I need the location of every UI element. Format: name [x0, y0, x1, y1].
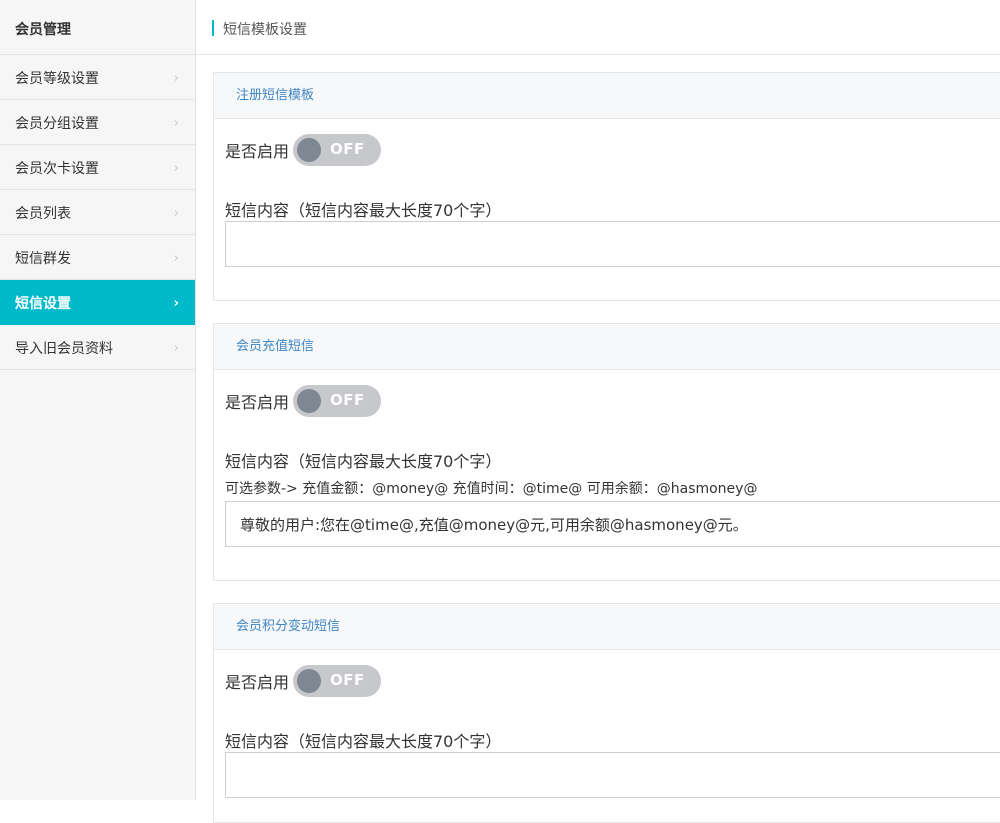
- enable-row: 是否启用 OFF: [225, 134, 382, 166]
- enable-toggle[interactable]: OFF: [293, 385, 382, 417]
- sidebar-item-label: 导入旧会员资料: [15, 341, 113, 357]
- chevron-right-icon: ›: [173, 116, 179, 131]
- content-label: 短信内容（短信内容最大长度70个字）: [225, 201, 502, 220]
- sidebar-item-label: 会员分组设置: [15, 116, 99, 132]
- content-label: 短信内容（短信内容最大长度70个字）: [225, 732, 502, 751]
- sidebar-item-member-list[interactable]: 会员列表 ›: [0, 190, 195, 235]
- toggle-knob: [297, 389, 322, 413]
- toggle-knob: [297, 669, 322, 693]
- sidebar-item-member-level[interactable]: 会员等级设置 ›: [0, 55, 195, 100]
- sidebar-item-member-card[interactable]: 会员次卡设置 ›: [0, 145, 195, 190]
- panel-title: 注册短信模板: [214, 73, 1000, 119]
- toggle-state-text: OFF: [330, 140, 365, 158]
- enable-label: 是否启用: [225, 142, 290, 161]
- page-title: 短信模板设置: [223, 22, 307, 38]
- sidebar-item-label: 短信设置: [15, 296, 71, 312]
- panel-title: 会员充值短信: [214, 324, 1000, 370]
- enable-toggle[interactable]: OFF: [293, 665, 382, 697]
- sidebar-item-sms-broadcast[interactable]: 短信群发 ›: [0, 235, 195, 280]
- chevron-right-icon: ›: [173, 206, 179, 221]
- enable-row: 是否启用 OFF: [225, 385, 382, 417]
- chevron-right-icon: ›: [173, 161, 179, 176]
- sidebar: 会员管理 会员等级设置 › 会员分组设置 › 会员次卡设置 › 会员列表 › 短…: [0, 0, 196, 800]
- enable-label: 是否启用: [225, 393, 290, 412]
- chevron-right-icon: ›: [173, 71, 179, 86]
- sidebar-item-member-group[interactable]: 会员分组设置 ›: [0, 100, 195, 145]
- panel-register-sms: 注册短信模板 是否启用 OFF 短信内容（短信内容最大长度70个字）: [213, 72, 1000, 301]
- toggle-knob: [297, 138, 322, 162]
- sms-content-input[interactable]: [225, 752, 1000, 798]
- sidebar-item-sms-settings[interactable]: 短信设置 ›: [0, 280, 195, 325]
- panel-recharge-sms: 会员充值短信 是否启用 OFF 短信内容（短信内容最大长度70个字） 可选参数-…: [213, 323, 1000, 581]
- sidebar-item-label: 会员次卡设置: [15, 161, 99, 177]
- title-accent-bar: [212, 20, 214, 36]
- sms-content-input[interactable]: [225, 221, 1000, 267]
- sidebar-item-label: 会员等级设置: [15, 71, 99, 87]
- toggle-state-text: OFF: [330, 671, 365, 689]
- params-hint: 可选参数-> 充值金额：@money@ 充值时间：@time@ 可用余额：@ha…: [225, 481, 758, 497]
- sidebar-item-label: 短信群发: [15, 251, 71, 267]
- sidebar-item-label: 会员列表: [15, 206, 71, 222]
- enable-toggle[interactable]: OFF: [293, 134, 382, 166]
- sidebar-title: 会员管理: [0, 0, 195, 55]
- sms-content-input[interactable]: [225, 501, 1000, 547]
- content-label: 短信内容（短信内容最大长度70个字）: [225, 452, 502, 471]
- toggle-state-text: OFF: [330, 391, 365, 409]
- sidebar-item-import-members[interactable]: 导入旧会员资料 ›: [0, 325, 195, 370]
- enable-label: 是否启用: [225, 673, 290, 692]
- panel-title: 会员积分变动短信: [214, 604, 1000, 650]
- chevron-right-icon: ›: [173, 296, 179, 311]
- main-content: 短信模板设置 注册短信模板 是否启用 OFF 短信内容（短信内容最大长度70个字…: [196, 0, 1000, 823]
- page-header: 短信模板设置: [196, 0, 1000, 55]
- chevron-right-icon: ›: [173, 251, 179, 266]
- enable-row: 是否启用 OFF: [225, 665, 382, 697]
- chevron-right-icon: ›: [173, 341, 179, 356]
- panel-points-sms: 会员积分变动短信 是否启用 OFF 短信内容（短信内容最大长度70个字）: [213, 603, 1000, 823]
